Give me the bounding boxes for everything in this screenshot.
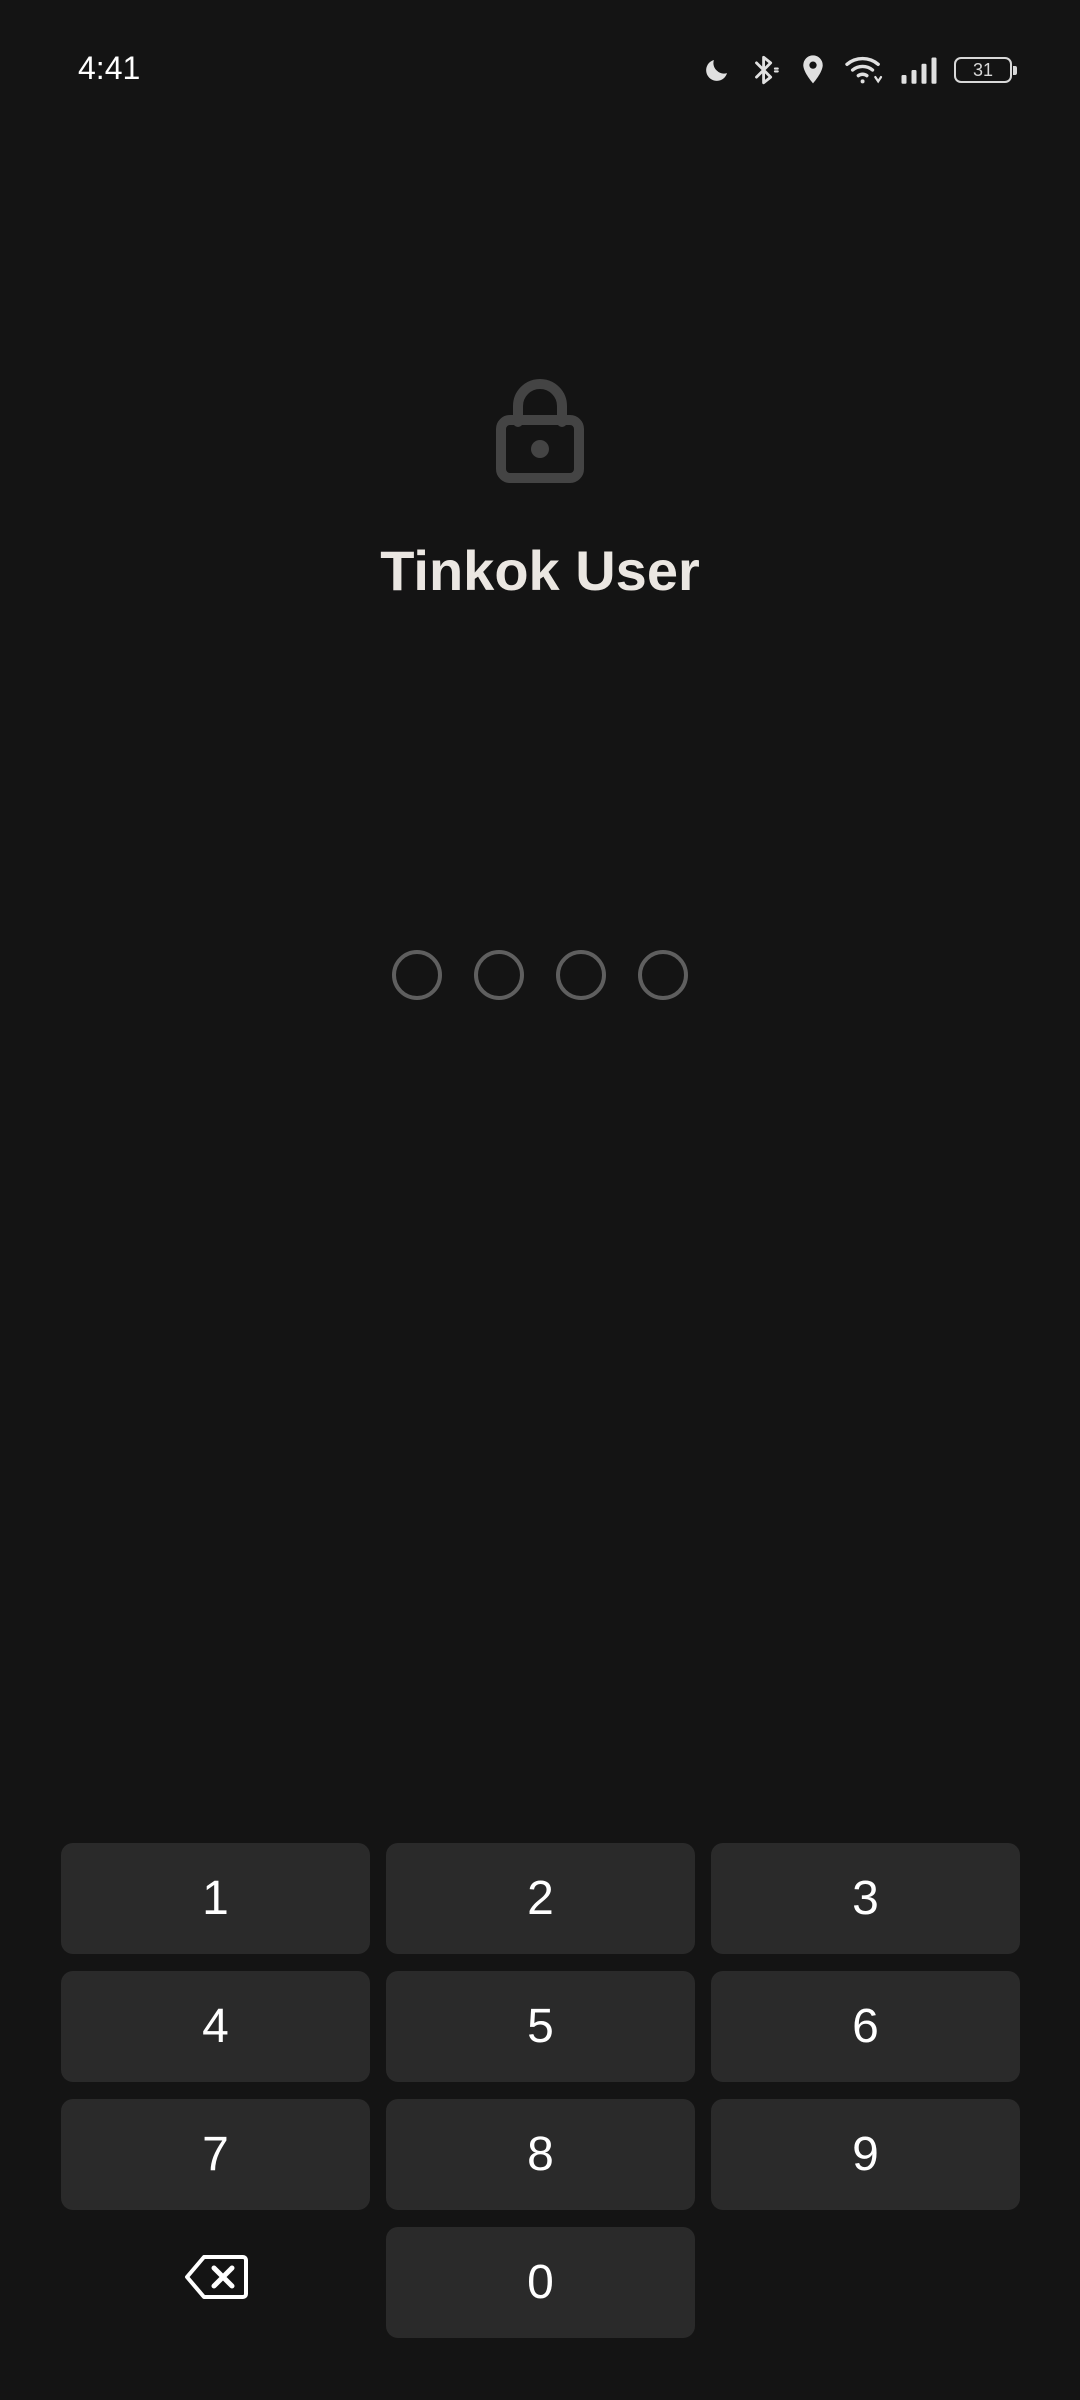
pin-dot	[474, 950, 524, 1000]
pin-dot	[638, 950, 688, 1000]
key-4[interactable]: 4	[61, 1971, 370, 2082]
wifi-icon	[844, 50, 884, 90]
bluetooth-icon	[748, 50, 782, 90]
pin-dots	[392, 950, 688, 1002]
key-9[interactable]: 9	[711, 2099, 1020, 2210]
backspace-icon	[184, 2254, 248, 2312]
status-time: 4:41	[78, 50, 141, 86]
keypad-empty-slot	[711, 2227, 1020, 2338]
lock-icon	[496, 372, 584, 484]
status-bar: 4:41 31	[0, 0, 1080, 136]
location-icon	[798, 50, 828, 90]
signal-icon	[900, 50, 938, 90]
status-icons: 31	[702, 50, 1017, 90]
key-0[interactable]: 0	[386, 2227, 695, 2338]
key-6[interactable]: 6	[711, 1971, 1020, 2082]
key-8[interactable]: 8	[386, 2099, 695, 2210]
pin-dot	[392, 950, 442, 1000]
key-1[interactable]: 1	[61, 1843, 370, 1954]
user-name: Tinkok User	[380, 539, 700, 602]
key-3[interactable]: 3	[711, 1843, 1020, 1954]
keypad: 1 2 3 4 5 6 7 8 9 0	[61, 1843, 1020, 2338]
battery-level: 31	[972, 60, 994, 80]
key-7[interactable]: 7	[61, 2099, 370, 2210]
pin-dot	[556, 950, 606, 1000]
moon-icon	[702, 50, 732, 90]
key-5[interactable]: 5	[386, 1971, 695, 2082]
key-2[interactable]: 2	[386, 1843, 695, 1954]
battery-icon: 31	[954, 50, 1017, 90]
backspace-button[interactable]	[61, 2227, 370, 2338]
